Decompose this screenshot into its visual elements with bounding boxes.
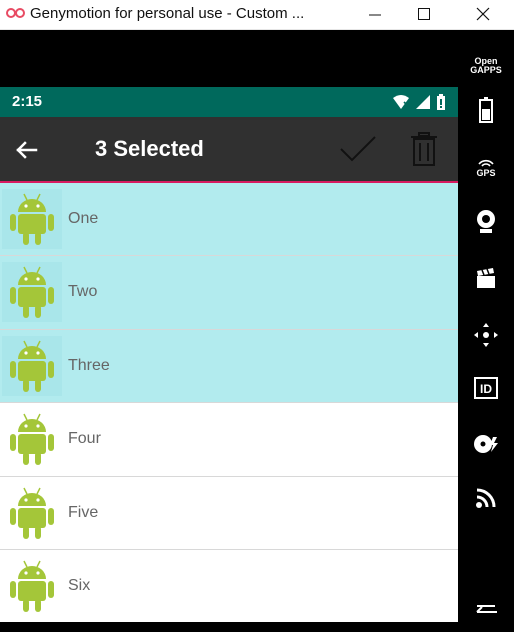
android-robot-icon — [10, 413, 54, 466]
item-list: One Two Three Four Five Six — [0, 183, 458, 622]
webcam-button[interactable] — [468, 204, 504, 240]
genymotion-sidebar: Open GAPPS GPS ID — [458, 30, 514, 632]
gps-button[interactable]: GPS — [468, 150, 504, 186]
cast-button[interactable] — [468, 480, 504, 516]
list-item-label: Four — [68, 430, 101, 448]
opengapps-button[interactable]: Open GAPPS — [468, 48, 504, 84]
emulator-frame-top — [0, 30, 458, 87]
list-item-label: Two — [68, 283, 98, 301]
rss-cast-icon — [476, 488, 496, 508]
list-item-label: Six — [68, 576, 91, 594]
status-icons — [392, 94, 446, 110]
list-item-label: One — [68, 210, 99, 227]
cell-signal-icon — [416, 95, 430, 109]
minimize-button[interactable] — [352, 0, 398, 30]
android-robot-icon — [10, 487, 54, 539]
list-item[interactable]: Two — [0, 256, 458, 330]
wifi-icon — [393, 95, 410, 109]
capture-button[interactable] — [468, 260, 504, 296]
battery-button[interactable] — [468, 92, 504, 128]
android-robot-icon — [10, 560, 54, 612]
window-title: Genymotion for personal use - Custom ... — [30, 5, 305, 22]
gps-label: GPS — [476, 168, 496, 178]
list-item-label: Three — [68, 356, 110, 374]
disk-io-button[interactable] — [468, 426, 504, 462]
maximize-button[interactable] — [401, 0, 447, 30]
return-arrow-icon — [476, 605, 497, 613]
list-item[interactable]: Five — [0, 476, 458, 550]
list-item[interactable]: Six — [0, 549, 458, 622]
dpad-arrows-icon — [474, 323, 498, 347]
status-time: 2:15 — [12, 93, 43, 110]
gps-signal-icon — [478, 159, 494, 167]
battery-status-icon — [437, 94, 445, 110]
android-thumb — [2, 482, 62, 543]
delete-trash-icon[interactable] — [408, 131, 440, 167]
android-thumb — [2, 409, 62, 470]
id-label: ID — [480, 382, 492, 396]
list-item-label: Five — [68, 503, 99, 521]
genymotion-logo-icon — [6, 8, 25, 18]
emulator-frame-bottom — [0, 622, 458, 632]
list-item[interactable]: Three — [0, 329, 458, 404]
dpad-button[interactable] — [468, 317, 504, 353]
android-thumb — [2, 189, 62, 249]
android-robot-icon — [10, 267, 54, 319]
disk-flash-icon — [474, 435, 498, 453]
android-back-button[interactable] — [468, 590, 504, 626]
android-robot-icon — [10, 340, 54, 392]
android-thumb — [2, 262, 62, 323]
close-window-button[interactable] — [460, 0, 506, 30]
list-item[interactable]: Four — [0, 403, 458, 477]
clapperboard-icon — [477, 268, 495, 288]
android-thumb — [2, 555, 62, 616]
webcam-icon — [477, 210, 495, 233]
window-titlebar: Genymotion for personal use - Custom ... — [0, 0, 514, 30]
device-id-button[interactable]: ID — [468, 370, 504, 406]
android-robot-icon — [10, 193, 54, 245]
confirm-check-icon[interactable] — [338, 131, 378, 167]
opengapps-label-line2: GAPPS — [470, 65, 502, 75]
contextual-action-bar: 3 Selected — [0, 117, 458, 183]
android-status-bar: 2:15 — [0, 87, 458, 117]
id-card-icon: ID — [474, 377, 498, 399]
selection-count-title: 3 Selected — [95, 136, 204, 161]
battery-icon — [479, 97, 493, 123]
back-arrow-icon[interactable] — [10, 134, 42, 166]
android-thumb — [2, 335, 62, 396]
list-item[interactable]: One — [0, 183, 458, 257]
